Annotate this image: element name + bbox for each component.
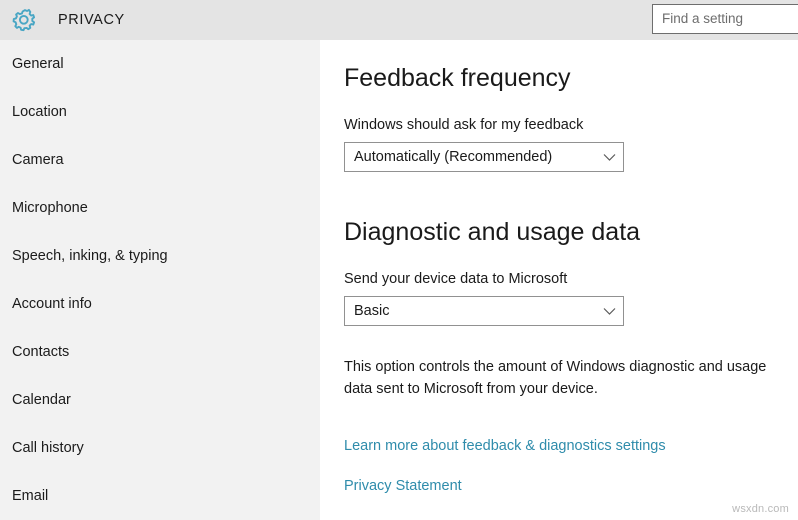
diagnostic-usage-description: This option controls the amount of Windo…	[344, 356, 786, 400]
sidebar-item-label: Contacts	[12, 342, 69, 362]
sidebar-item-general[interactable]: General	[0, 40, 320, 88]
sidebar-item-label: Account info	[12, 294, 92, 314]
sidebar-item-account-info[interactable]: Account info	[0, 280, 320, 328]
feedback-frequency-value: Automatically (Recommended)	[345, 148, 595, 167]
window-header: PRIVACY Find a setting	[0, 0, 798, 40]
sidebar-item-label: Email	[12, 486, 48, 506]
search-input[interactable]: Find a setting	[652, 4, 798, 34]
chevron-down-icon	[595, 153, 623, 162]
sidebar-nav: General Location Camera Microphone Speec…	[0, 40, 320, 520]
diagnostic-usage-heading: Diagnostic and usage data	[344, 216, 640, 248]
diagnostic-usage-value: Basic	[345, 302, 595, 321]
sidebar-item-label: Speech, inking, & typing	[12, 246, 168, 266]
settings-content: Feedback frequency Windows should ask fo…	[320, 40, 798, 520]
learn-more-link[interactable]: Learn more about feedback & diagnostics …	[344, 436, 666, 456]
sidebar-item-camera[interactable]: Camera	[0, 136, 320, 184]
diagnostic-usage-dropdown[interactable]: Basic	[344, 296, 624, 326]
sidebar-item-location[interactable]: Location	[0, 88, 320, 136]
sidebar: General Location Camera Microphone Speec…	[0, 40, 320, 520]
diagnostic-usage-label: Send your device data to Microsoft	[344, 270, 567, 289]
sidebar-item-microphone[interactable]: Microphone	[0, 184, 320, 232]
feedback-frequency-dropdown[interactable]: Automatically (Recommended)	[344, 142, 624, 172]
sidebar-item-label: General	[12, 54, 64, 74]
sidebar-item-calendar[interactable]: Calendar	[0, 376, 320, 424]
sidebar-item-call-history[interactable]: Call history	[0, 424, 320, 472]
privacy-statement-link[interactable]: Privacy Statement	[344, 476, 462, 496]
watermark: wsxdn.com	[732, 502, 789, 516]
sidebar-item-label: Microphone	[12, 198, 88, 218]
sidebar-item-email[interactable]: Email	[0, 472, 320, 520]
settings-window: PRIVACY Find a setting General Location …	[0, 0, 798, 520]
sidebar-item-contacts[interactable]: Contacts	[0, 328, 320, 376]
sidebar-item-label: Calendar	[12, 390, 71, 410]
feedback-frequency-label: Windows should ask for my feedback	[344, 116, 583, 135]
chevron-down-icon	[595, 307, 623, 316]
search-placeholder: Find a setting	[662, 10, 743, 28]
gear-icon[interactable]	[10, 5, 40, 35]
sidebar-item-label: Call history	[12, 438, 84, 458]
page-title: PRIVACY	[58, 10, 125, 30]
sidebar-item-speech-inking-typing[interactable]: Speech, inking, & typing	[0, 232, 320, 280]
sidebar-item-label: Camera	[12, 150, 64, 170]
feedback-frequency-heading: Feedback frequency	[344, 62, 571, 94]
sidebar-item-label: Location	[12, 102, 67, 122]
